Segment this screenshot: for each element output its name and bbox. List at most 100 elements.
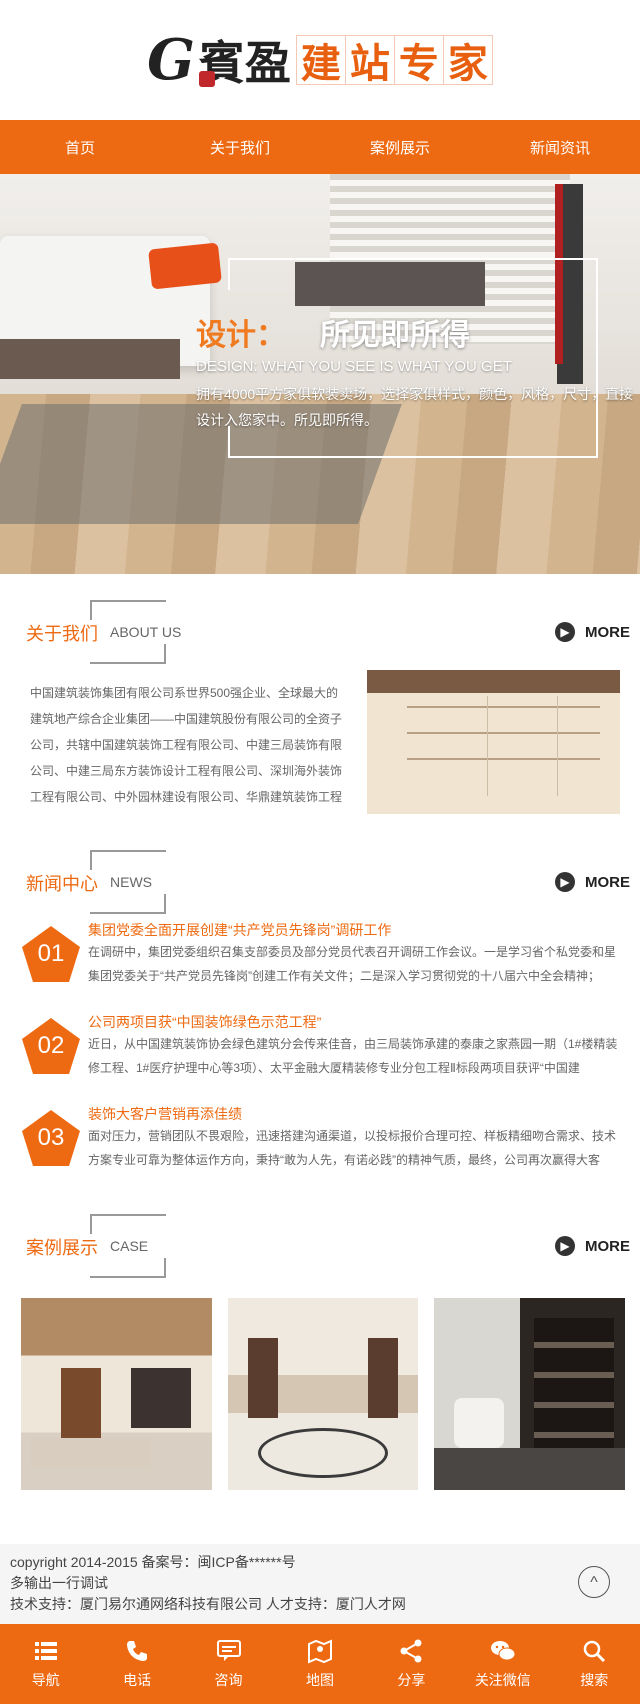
footer-debug-line: 多输出一行调试 bbox=[10, 1575, 108, 1591]
news-title-en: NEWS bbox=[110, 874, 152, 890]
banner-title: 设计： 所见即所得 bbox=[196, 310, 636, 354]
site-logo[interactable]: G 賓盈 建 站 专 家 bbox=[147, 27, 493, 93]
toolbar-wechat-button[interactable]: 关注微信 bbox=[457, 1624, 548, 1704]
logo-letter: G bbox=[147, 27, 195, 93]
arrow-right-icon: ▶ bbox=[555, 872, 575, 892]
cabinet-divider bbox=[556, 696, 558, 796]
toolbar-search-button[interactable]: 搜索 bbox=[549, 1624, 640, 1704]
main-nav: 首页 关于我们 案例展示 新闻资讯 bbox=[0, 120, 640, 174]
menu-icon bbox=[34, 1642, 57, 1660]
case-floor bbox=[434, 1448, 626, 1490]
news-item[interactable]: 03 装饰大客户营销再添佳绩 面对压力，营销团队不畏艰险，迅速搭建沟通渠道，以投… bbox=[20, 1104, 620, 1196]
about-content: 中国建筑装饰集团有限公司系世界500强企业、全球最大的建筑地产综合企业集团——中… bbox=[0, 670, 640, 824]
arrow-right-icon: ▶ bbox=[555, 1236, 575, 1256]
toolbar-phone-button[interactable]: 电话 bbox=[91, 1624, 182, 1704]
logo-slogan: 建 站 专 家 bbox=[295, 35, 493, 87]
logo-seal-icon bbox=[199, 71, 216, 87]
share-icon bbox=[400, 1639, 422, 1663]
toolbar-label: 关注微信 bbox=[474, 1672, 531, 1688]
news-item[interactable]: 02 公司两项目获“中国装饰绿色示范工程” 近日，从中国建筑装饰协会绿色建筑分会… bbox=[20, 1012, 620, 1104]
news-number: 01 bbox=[37, 940, 65, 967]
more-label: MORE bbox=[585, 873, 630, 891]
nav-item-about[interactable]: 关于我们 bbox=[160, 120, 320, 174]
about-more-link[interactable]: ▶ MORE bbox=[555, 622, 630, 642]
arrow-right-icon: ▶ bbox=[555, 622, 575, 642]
banner-pillow bbox=[148, 242, 222, 290]
news-item[interactable]: 01 集团党委全面开展创建“共产党员先锋岗”调研工作 在调研中，集团党委组织召集… bbox=[20, 920, 620, 1012]
cases-title-en: CASE bbox=[110, 1238, 149, 1254]
news-title-link[interactable]: 集团党委全面开展创建“共产党员先锋岗”调研工作 bbox=[88, 920, 620, 940]
case-tv bbox=[131, 1368, 191, 1428]
news-summary: 在调研中，集团党委组织召集支部委员及部分党员代表召开调研工作会议。一是学习省个私… bbox=[88, 945, 617, 983]
about-title-en: ABOUT US bbox=[110, 624, 182, 640]
nav-item-cases[interactable]: 案例展示 bbox=[320, 120, 480, 174]
case-window bbox=[61, 1368, 101, 1438]
slogan-char: 专 bbox=[393, 35, 444, 87]
toolbar-label: 电话 bbox=[123, 1672, 152, 1688]
news-number-badge: 01 bbox=[20, 924, 82, 986]
news-summary: 近日，从中国建筑装饰协会绿色建筑分会传来佳音，由三局装饰承建的泰康之家燕园一期（… bbox=[88, 1037, 618, 1075]
news-number: 03 bbox=[37, 1124, 65, 1151]
case-floor-pattern bbox=[257, 1428, 388, 1478]
case-curtain bbox=[247, 1338, 278, 1418]
news-heading: 新闻中心 NEWS ▶ MORE bbox=[0, 824, 640, 920]
case-image[interactable] bbox=[21, 1298, 212, 1490]
about-text: 中国建筑装饰集团有限公司系世界500强企业、全球最大的建筑地产综合企业集团——中… bbox=[30, 686, 343, 804]
case-chair bbox=[454, 1398, 505, 1448]
about-heading: 关于我们 ABOUT US ▶ MORE bbox=[0, 574, 640, 670]
search-icon bbox=[583, 1640, 606, 1663]
news-summary: 面对压力，营销团队不畏艰险，迅速搭建沟通渠道，以投标报价合理可控、样板精细吻合需… bbox=[88, 1129, 617, 1167]
footer-copyright: copyright 2014-2015 备案号：闽ICP备******号 bbox=[10, 1554, 296, 1570]
more-label: MORE bbox=[585, 623, 630, 641]
news-more-link[interactable]: ▶ MORE bbox=[555, 872, 630, 892]
banner-title-prefix: 设计： bbox=[196, 319, 286, 352]
case-curtain bbox=[367, 1338, 398, 1418]
toolbar-share-button[interactable]: 分享 bbox=[366, 1624, 457, 1704]
case-image[interactable] bbox=[434, 1298, 626, 1490]
toolbar-map-button[interactable]: 地图 bbox=[274, 1624, 365, 1704]
back-to-top-button[interactable]: ^ bbox=[578, 1566, 610, 1598]
banner-subtitle: DESIGN: WHAT YOU SEE IS WHAT YOU GET bbox=[196, 358, 512, 375]
about-title: 关于我们 bbox=[26, 624, 98, 644]
banner-table bbox=[0, 339, 180, 379]
toolbar-consult-button[interactable]: 咨询 bbox=[183, 1624, 274, 1704]
news-title: 新闻中心 bbox=[26, 874, 98, 894]
news-body: 公司两项目获“中国装饰绿色示范工程” 近日，从中国建筑装饰协会绿色建筑分会传来佳… bbox=[88, 1012, 620, 1104]
chat-icon bbox=[216, 1640, 241, 1661]
news-list: 01 集团党委全面开展创建“共产党员先锋岗”调研工作 在调研中，集团党委组织召集… bbox=[0, 920, 640, 1196]
banner-text: 设计： 所见即所得 DESIGN: WHAT YOU SEE IS WHAT Y… bbox=[196, 310, 636, 433]
map-icon bbox=[307, 1639, 332, 1664]
toolbar-nav-button[interactable]: 导航 bbox=[0, 1624, 91, 1704]
chevron-up-icon: ^ bbox=[590, 1573, 598, 1591]
drawer-line bbox=[406, 732, 600, 734]
news-body: 集团党委全面开展创建“共产党员先锋岗”调研工作 在调研中，集团党委组织召集支部委… bbox=[88, 920, 620, 1012]
wechat-icon bbox=[490, 1641, 516, 1661]
news-number: 02 bbox=[37, 1032, 65, 1059]
slogan-char: 建 bbox=[295, 35, 346, 87]
hero-banner[interactable]: 设计： 所见即所得 DESIGN: WHAT YOU SEE IS WHAT Y… bbox=[0, 174, 640, 574]
case-image[interactable] bbox=[227, 1298, 419, 1490]
header: G 賓盈 建 站 专 家 bbox=[0, 0, 640, 120]
drawer-line bbox=[406, 706, 600, 708]
toolbar-label: 咨询 bbox=[214, 1672, 243, 1688]
about-image[interactable] bbox=[366, 670, 620, 814]
footer: copyright 2014-2015 备案号：闽ICP备******号 多输出… bbox=[0, 1544, 640, 1624]
toolbar-label: 搜索 bbox=[580, 1672, 609, 1688]
cases-heading: 案例展示 CASE ▶ MORE bbox=[0, 1188, 640, 1284]
news-number-badge: 03 bbox=[20, 1108, 82, 1170]
news-body: 装饰大客户营销再添佳绩 面对压力，营销团队不畏艰险，迅速搭建沟通渠道，以投标报价… bbox=[88, 1104, 620, 1196]
toolbar-label: 分享 bbox=[397, 1672, 426, 1688]
cases-gallery bbox=[0, 1298, 640, 1490]
toolbar-label: 地图 bbox=[305, 1672, 334, 1688]
cases-more-link[interactable]: ▶ MORE bbox=[555, 1236, 630, 1256]
banner-description: 拥有4000平方家俱软装卖场，选择家俱样式，颜色，风格，尺寸，直接设计入您家中。… bbox=[196, 386, 634, 428]
footer-support: 技术支持：厦门易尔通网络科技有限公司 人才支持：厦门人才网 bbox=[10, 1596, 406, 1612]
slogan-char: 站 bbox=[344, 35, 395, 87]
case-bookshelf bbox=[534, 1318, 615, 1468]
nav-item-news[interactable]: 新闻资讯 bbox=[480, 120, 640, 174]
news-number-badge: 02 bbox=[20, 1016, 82, 1078]
news-title-link[interactable]: 装饰大客户营销再添佳绩 bbox=[88, 1104, 620, 1124]
more-label: MORE bbox=[585, 1237, 630, 1255]
nav-item-home[interactable]: 首页 bbox=[0, 120, 160, 174]
news-title-link[interactable]: 公司两项目获“中国装饰绿色示范工程” bbox=[88, 1012, 620, 1032]
